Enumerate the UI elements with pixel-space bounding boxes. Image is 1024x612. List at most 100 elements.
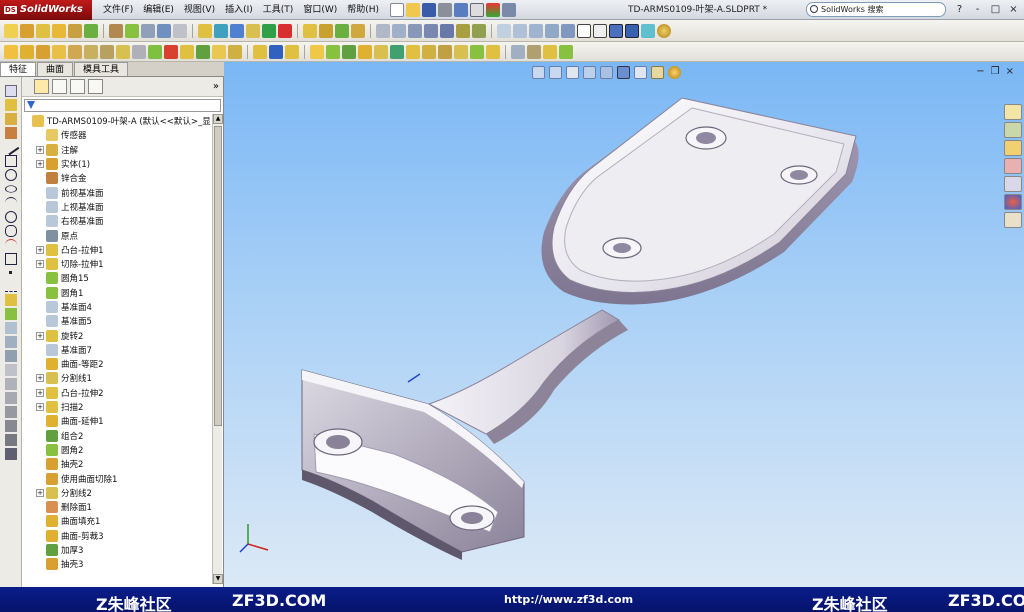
centerline-icon[interactable]: [4, 280, 17, 292]
zoom-icon[interactable]: [529, 23, 543, 38]
zoom-to-fit-icon[interactable]: [532, 66, 545, 79]
save-icon[interactable]: [422, 2, 437, 17]
feature-x-icon[interactable]: [390, 44, 404, 59]
dim-xpert-tab[interactable]: [88, 79, 103, 94]
tree-item[interactable]: + 分割线1: [22, 371, 212, 385]
surface-icon[interactable]: [351, 23, 365, 38]
feature-ag-icon[interactable]: [543, 44, 557, 59]
pan-icon[interactable]: [561, 23, 575, 38]
slot-icon[interactable]: [4, 225, 17, 237]
expand-toggle-icon[interactable]: +: [36, 145, 44, 154]
tree-item[interactable]: + 分割线2: [22, 486, 212, 500]
expand-toggle-icon[interactable]: +: [36, 388, 44, 397]
zoom-area-icon[interactable]: [513, 23, 527, 38]
chamfer-icon[interactable]: [141, 23, 155, 38]
minimize-button[interactable]: -: [970, 2, 985, 17]
feature-ae-icon[interactable]: [511, 44, 525, 59]
property-manager-tab[interactable]: [52, 79, 67, 94]
viewport-restore-icon[interactable]: ❐: [991, 66, 1000, 77]
rectangle-icon[interactable]: [4, 155, 17, 167]
feature-y-icon[interactable]: [406, 44, 420, 59]
menu-help[interactable]: 帮助(H): [342, 0, 384, 20]
text-icon[interactable]: [4, 294, 17, 306]
circle-icon[interactable]: [4, 169, 17, 181]
instant3d-icon[interactable]: [335, 23, 349, 38]
tree-item[interactable]: 原点: [22, 228, 212, 242]
cut-icon[interactable]: [109, 23, 123, 38]
3dsketch-icon[interactable]: [4, 113, 17, 125]
shell-icon[interactable]: [198, 23, 212, 38]
help-button[interactable]: ?: [952, 2, 967, 17]
trim-icon[interactable]: [456, 23, 470, 38]
open-icon[interactable]: [406, 2, 421, 17]
feature-ab-icon[interactable]: [454, 44, 468, 59]
tree-item[interactable]: 使用曲面切除1: [22, 471, 212, 485]
sweep-icon[interactable]: [68, 23, 82, 38]
fillet-icon[interactable]: [4, 308, 17, 320]
tree-item[interactable]: + 实体(1): [22, 157, 212, 171]
feature-e-icon[interactable]: [68, 44, 82, 59]
menu-tools[interactable]: 工具(T): [258, 0, 299, 20]
trim-icon[interactable]: [4, 364, 17, 376]
feature-n-icon[interactable]: [212, 44, 226, 59]
feature-ah-icon[interactable]: [559, 44, 573, 59]
close-button[interactable]: ×: [1006, 2, 1021, 17]
feature-k-icon[interactable]: [164, 44, 178, 59]
solidworks-resources-icon[interactable]: [1004, 104, 1022, 120]
feature-i-icon[interactable]: [132, 44, 146, 59]
expand-toggle-icon[interactable]: +: [36, 488, 44, 497]
tree-item[interactable]: 删除面1: [22, 500, 212, 514]
sketch-icon[interactable]: [4, 99, 17, 111]
section-view-icon[interactable]: [583, 66, 596, 79]
part-model[interactable]: [224, 62, 1024, 587]
rotate-icon[interactable]: [4, 420, 17, 432]
feature-d-icon[interactable]: [52, 44, 66, 59]
feature-g-icon[interactable]: [100, 44, 114, 59]
tree-item[interactable]: + 注解: [22, 143, 212, 157]
extrude-icon[interactable]: [36, 23, 50, 38]
tree-item[interactable]: 圆角15: [22, 271, 212, 285]
draft-icon[interactable]: [230, 23, 244, 38]
ref-geometry-icon[interactable]: [303, 23, 317, 38]
feature-j-icon[interactable]: [148, 44, 162, 59]
expand-toggle-icon[interactable]: +: [36, 403, 44, 412]
point-icon[interactable]: [9, 271, 12, 274]
scene-icon[interactable]: [668, 66, 681, 79]
tab-features[interactable]: 特征: [0, 62, 37, 76]
arc-icon[interactable]: [424, 23, 438, 38]
custom-properties-icon[interactable]: [1004, 212, 1022, 228]
tree-item[interactable]: 曲面填充1: [22, 514, 212, 528]
feature-a-icon[interactable]: [4, 44, 18, 59]
app-logo[interactable]: DS SolidWorks: [0, 0, 92, 20]
tree-item[interactable]: 传感器: [22, 128, 212, 142]
scroll-up-icon[interactable]: ▲: [213, 114, 223, 124]
feature-o-icon[interactable]: [228, 44, 242, 59]
shaded-icon[interactable]: [609, 23, 623, 38]
scale-icon[interactable]: [4, 434, 17, 446]
feature-r-icon[interactable]: [285, 44, 299, 59]
graphics-area[interactable]: − ❐ ×: [224, 62, 1024, 587]
tree-item[interactable]: + 旋转2: [22, 328, 212, 342]
menu-file[interactable]: 文件(F): [98, 0, 138, 20]
tree-scrollbar[interactable]: ▲ ▼: [212, 114, 223, 584]
tree-item[interactable]: + 凸台-拉伸1: [22, 243, 212, 257]
tree-item[interactable]: 上视基准面: [22, 200, 212, 214]
relations-icon[interactable]: [4, 448, 17, 460]
feature-f-icon[interactable]: [84, 44, 98, 59]
expand-panel-arrow[interactable]: »: [213, 81, 219, 92]
feature-l-icon[interactable]: [180, 44, 194, 59]
tree-item[interactable]: 前视基准面: [22, 185, 212, 199]
shaded-edges-icon[interactable]: [625, 23, 639, 38]
polygon-icon[interactable]: [4, 253, 17, 265]
tree-filter[interactable]: [24, 99, 221, 112]
viewport-minimize-icon[interactable]: −: [976, 66, 984, 77]
tree-item[interactable]: 组合2: [22, 429, 212, 443]
rebuild-icon[interactable]: [486, 2, 501, 17]
line-icon[interactable]: [2, 138, 19, 156]
tree-item[interactable]: + 切除-拉伸1: [22, 257, 212, 271]
feature-h-icon[interactable]: [116, 44, 130, 59]
tree-item[interactable]: 圆角2: [22, 443, 212, 457]
tree-item[interactable]: 曲面-剪裁3: [22, 529, 212, 543]
feature-aa-icon[interactable]: [438, 44, 452, 59]
tangent-arc-icon[interactable]: [4, 211, 17, 223]
